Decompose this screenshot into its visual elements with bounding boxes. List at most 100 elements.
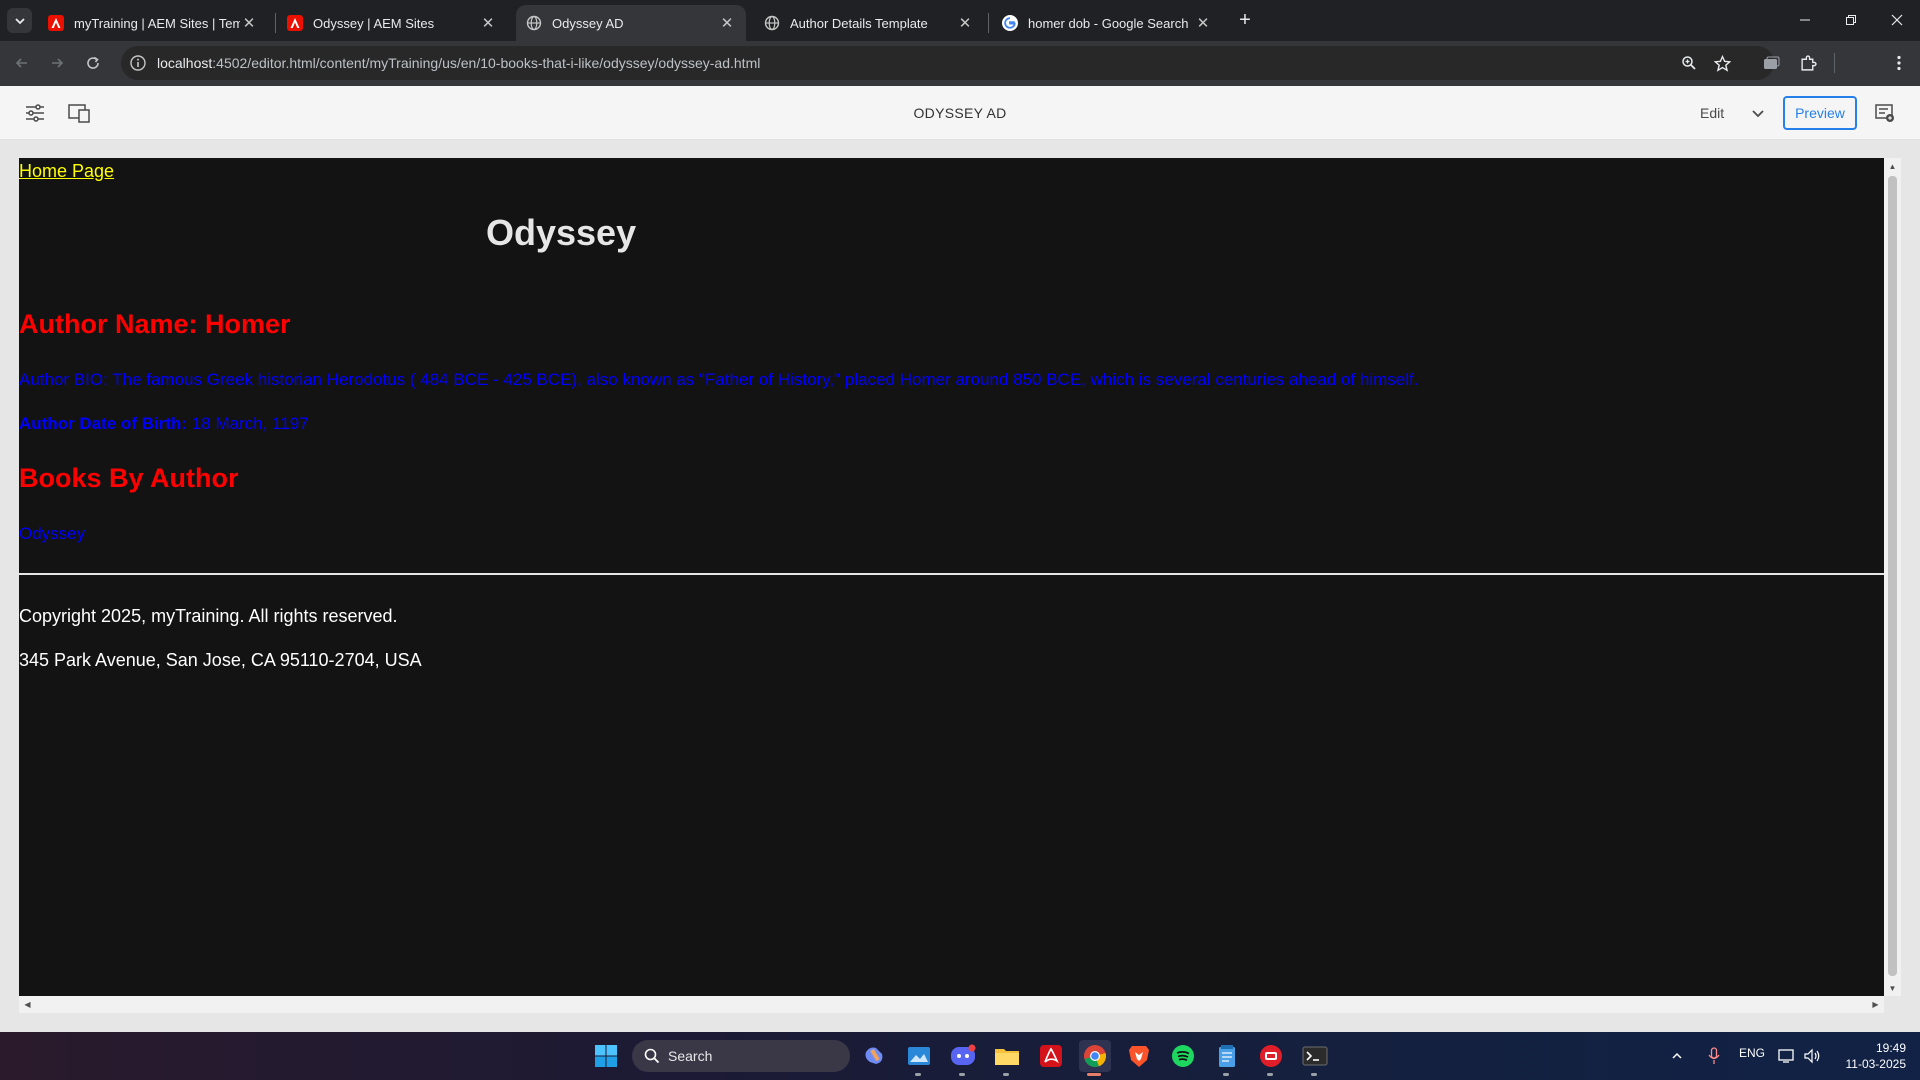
globe-icon [526,15,542,31]
scrollbar-thumb[interactable] [1888,176,1897,976]
close-icon[interactable]: ✕ [1194,14,1212,32]
clock-date: 11-03-2025 [1845,1057,1907,1071]
tab-search-button[interactable] [7,8,32,33]
aem-page-title: ODYSSEY AD [913,105,1007,121]
terminal-icon[interactable] [1299,1040,1331,1076]
windows-taskbar: Search ENG 19:49 11-03-2025 [0,1032,1920,1080]
scroll-down-icon[interactable]: ▼ [1888,984,1897,993]
discord-icon[interactable] [947,1040,979,1076]
horizontal-scrollbar[interactable]: ◀ ▶ [19,996,1884,1013]
browser-tab[interactable]: homer dob - Google Search ✕ [992,5,1222,41]
tab-separator [275,13,276,33]
vertical-scrollbar[interactable]: ▲ ▼ [1884,158,1901,996]
author-dob-value: 18 March, 1197 [187,414,309,433]
author-dob-label: Author Date of Birth: [19,414,188,433]
show-hidden-icons-button[interactable] [1665,1040,1689,1072]
preview-button[interactable]: Preview [1783,96,1857,130]
cast-icon [1763,56,1779,69]
mode-dropdown-button[interactable] [1747,102,1769,124]
zoom-icon[interactable] [1679,53,1699,73]
reload-button[interactable] [78,48,108,78]
browser-tab[interactable]: myTraining | AEM Sites | Templa ✕ [38,5,268,41]
new-tab-button[interactable]: + [1233,8,1257,32]
footer-copyright: Copyright 2025, myTraining. All rights r… [19,606,398,626]
aem-editor-header: ODYSSEY AD Edit Preview [0,86,1920,140]
emulator-button[interactable] [1872,100,1898,126]
acrobat-icon[interactable] [1035,1040,1067,1072]
app-red-icon[interactable] [1255,1040,1287,1076]
browser-tab[interactable]: Odyssey | AEM Sites ✕ [277,5,507,41]
tab-separator [988,13,989,33]
reload-icon [87,56,99,69]
restore-icon [1846,15,1856,25]
address-bar[interactable]: localhost:4502/editor.html/content/myTra… [121,46,1774,80]
network-icon[interactable] [1775,1040,1799,1072]
more-vertical-icon [1897,55,1901,71]
close-icon[interactable]: ✕ [479,14,497,32]
brave-icon[interactable] [1123,1040,1155,1072]
tab-title: myTraining | AEM Sites | Templa [74,15,240,31]
notepad-icon[interactable] [1211,1040,1243,1076]
close-icon [1891,14,1903,26]
browser-tab-active[interactable]: Odyssey AD ✕ [516,5,746,41]
forward-button[interactable] [42,48,72,78]
book-link[interactable]: Odyssey [19,524,85,544]
footer-divider [19,573,1884,575]
url-text: localhost:4502/editor.html/content/myTra… [157,55,760,71]
chevron-down-icon [14,17,25,24]
home-page-link[interactable]: Home Page [19,161,114,182]
windows-logo-icon [595,1045,617,1067]
file-explorer-icon[interactable] [991,1040,1023,1076]
globe-icon [764,15,780,31]
tab-title: Odyssey | AEM Sites [313,15,435,31]
running-indicator [1003,1073,1009,1076]
photos-app-icon[interactable] [903,1040,935,1076]
start-button[interactable] [590,1040,622,1072]
close-icon[interactable]: ✕ [956,14,974,32]
browser-tab-strip: myTraining | AEM Sites | Templa ✕ Odysse… [0,0,1920,41]
running-indicator [1087,1073,1101,1076]
scroll-right-icon[interactable]: ▶ [1871,1000,1880,1009]
back-button[interactable] [7,48,37,78]
google-icon [1002,15,1018,31]
scroll-up-icon[interactable]: ▲ [1888,162,1897,171]
page-content-frame: Home Page Odyssey Author Name: Homer Aut… [19,158,1884,996]
tab-title: Author Details Template [790,15,928,31]
arrow-left-icon [15,58,27,68]
minimize-button[interactable] [1782,0,1828,40]
microphone-icon[interactable] [1702,1040,1726,1072]
running-indicator [1267,1073,1273,1076]
url-host: localhost [157,55,213,71]
page-heading: Odyssey [486,212,637,253]
language-indicator[interactable]: ENG [1739,1046,1765,1060]
url-path: :4502/editor.html/content/myTraining/us/… [212,55,761,71]
taskbar-search-box[interactable]: Search [632,1040,850,1072]
close-icon[interactable]: ✕ [718,14,736,32]
close-icon[interactable]: ✕ [240,14,258,32]
browser-tab[interactable]: Author Details Template ✕ [754,5,984,41]
books-heading: Books By Author [19,463,239,493]
extensions-button[interactable] [1795,50,1821,76]
copilot-icon[interactable] [858,1040,890,1072]
search-icon [644,1048,660,1064]
info-icon[interactable] [129,54,147,72]
bookmark-star-icon[interactable] [1712,53,1732,73]
close-window-button[interactable] [1874,0,1920,40]
running-indicator [959,1073,965,1076]
mode-selector-label[interactable]: Edit [1700,105,1724,121]
scroll-left-icon[interactable]: ◀ [23,1000,32,1009]
restore-button[interactable] [1828,0,1874,40]
system-clock[interactable]: 19:49 11-03-2025 [1836,1040,1907,1072]
footer-address: 345 Park Avenue, San Jose, CA 95110-2704… [19,650,422,670]
browser-toolbar: localhost:4502/editor.html/content/myTra… [0,41,1920,115]
running-indicator [1223,1073,1229,1076]
tab-groups-button[interactable] [1758,50,1784,76]
chrome-icon[interactable] [1079,1040,1111,1076]
running-indicator [915,1073,921,1076]
taskbar-search-label: Search [668,1048,713,1064]
chrome-menu-button[interactable] [1886,50,1912,76]
author-name-heading: Author Name: Homer [19,309,291,339]
running-indicator [1311,1073,1317,1076]
spotify-icon[interactable] [1167,1040,1199,1072]
volume-icon[interactable] [1800,1040,1824,1072]
